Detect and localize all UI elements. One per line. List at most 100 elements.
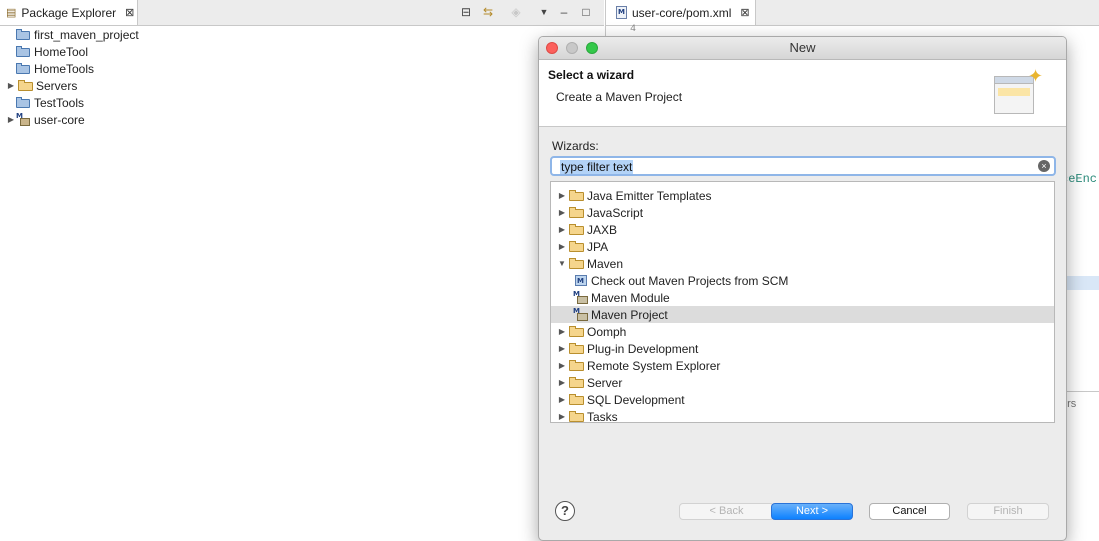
folder-icon bbox=[569, 258, 584, 269]
expand-arrow-icon[interactable]: ▶ bbox=[6, 81, 16, 90]
wizard-label: SQL Development bbox=[587, 392, 685, 407]
expand-arrow-icon[interactable]: ▶ bbox=[557, 378, 567, 387]
banner-title: Select a wizard bbox=[548, 68, 635, 82]
wizard-category[interactable]: ▼ Maven bbox=[551, 255, 1054, 272]
wizard-category[interactable]: ▶ Tasks bbox=[551, 408, 1054, 423]
wizard-category[interactable]: ▶ Remote System Explorer bbox=[551, 357, 1054, 374]
wizard-category[interactable]: ▶ SQL Development bbox=[551, 391, 1054, 408]
view-menu-icon[interactable]: ▼ bbox=[536, 4, 552, 20]
wizard-label: Server bbox=[587, 375, 623, 390]
folder-icon bbox=[569, 326, 584, 337]
link-with-editor-icon[interactable]: ⇆ bbox=[480, 4, 496, 20]
collapse-arrow-icon[interactable]: ▼ bbox=[557, 259, 567, 268]
expand-arrow-icon[interactable]: ▶ bbox=[557, 412, 567, 421]
wizard-category[interactable]: ▶ JPA bbox=[551, 238, 1054, 255]
cancel-button[interactable]: Cancel bbox=[869, 503, 950, 520]
tree-item-label: HomeTool bbox=[34, 44, 89, 59]
focus-icon: ◈ bbox=[511, 5, 521, 19]
dialog-titlebar: New bbox=[539, 37, 1066, 60]
tree-item-label: HomeTools bbox=[34, 61, 95, 76]
folder-icon bbox=[569, 394, 584, 405]
tree-item[interactable]: HomeTools bbox=[6, 60, 94, 77]
wizard-label: Java Emitter Templates bbox=[587, 188, 712, 203]
maven-project-icon: M bbox=[16, 113, 30, 126]
minimize-icon[interactable]: – bbox=[556, 4, 572, 20]
tab-title: Package Explorer bbox=[21, 5, 117, 20]
scm-checkout-icon: M bbox=[573, 274, 588, 287]
next-button[interactable]: Next > bbox=[771, 503, 853, 520]
wizard-label: JAXB bbox=[587, 222, 618, 237]
project-folder-icon bbox=[16, 46, 30, 57]
project-folder-icon bbox=[16, 97, 30, 108]
close-tab-icon[interactable]: ⊠ bbox=[125, 6, 134, 19]
expand-arrow-icon[interactable]: ▶ bbox=[557, 395, 567, 404]
expand-arrow-icon[interactable]: ▶ bbox=[557, 344, 567, 353]
dialog-button-bar: ? < Back Next > Cancel Finish bbox=[539, 493, 1066, 540]
collapse-all-icon[interactable]: ⊟ bbox=[458, 4, 474, 20]
clear-filter-icon[interactable]: × bbox=[1038, 160, 1050, 172]
maximize-icon[interactable]: □ bbox=[578, 4, 594, 20]
editor-tabbar: M user-core/pom.xml ⊠ bbox=[606, 0, 1099, 26]
folder-icon bbox=[569, 343, 584, 354]
dialog-title: New bbox=[789, 40, 816, 55]
expand-arrow-icon[interactable]: ▶ bbox=[557, 208, 567, 217]
expand-arrow-icon[interactable]: ▶ bbox=[557, 225, 567, 234]
wizard-category[interactable]: ▶ JavaScript bbox=[551, 204, 1054, 221]
wizard-banner: Select a wizard Create a Maven Project ✦ bbox=[539, 60, 1066, 127]
wizard-label: Oomph bbox=[587, 324, 627, 339]
wizard-label: Check out Maven Projects from SCM bbox=[591, 273, 789, 288]
wizard-item[interactable]: M Maven Project bbox=[551, 306, 1054, 323]
wizard-label: Maven Project bbox=[591, 307, 668, 322]
folder-icon bbox=[569, 190, 584, 201]
folder-icon bbox=[569, 224, 584, 235]
maven-module-icon: M bbox=[573, 291, 588, 304]
wizard-list: ▶ Java Emitter Templates ▶ JavaScript ▶ JAXB ▶… bbox=[550, 181, 1055, 423]
tree-item-label: Servers bbox=[36, 78, 78, 93]
tree-item[interactable]: ▶ Servers bbox=[6, 77, 77, 94]
wizard-item[interactable]: M Check out Maven Projects from SCM bbox=[551, 272, 1054, 289]
close-tab-icon[interactable]: ⊠ bbox=[740, 6, 749, 19]
wizard-category[interactable]: ▶ Server bbox=[551, 374, 1054, 391]
tab-pom-xml[interactable]: M user-core/pom.xml ⊠ bbox=[606, 0, 756, 25]
tree-item[interactable]: TestTools bbox=[6, 94, 84, 111]
help-button[interactable]: ? bbox=[555, 501, 575, 521]
wizard-category[interactable]: ▶ Plug-in Development bbox=[551, 340, 1054, 357]
tab-package-explorer[interactable]: ▤ Package Explorer ⊠ bbox=[0, 0, 138, 25]
wizard-label: Maven Module bbox=[591, 290, 670, 305]
filter-input[interactable]: type filter text × bbox=[550, 156, 1056, 176]
wizards-label: Wizards: bbox=[552, 139, 599, 153]
package-explorer-view: ▤ Package Explorer ⊠ ⊟ ⇆ ◈ ▼ – □ first_m… bbox=[0, 0, 604, 541]
tree-item[interactable]: first_maven_project bbox=[6, 26, 139, 43]
tree-item[interactable]: ▶ Muser-core bbox=[6, 111, 85, 128]
minimize-window-button bbox=[566, 42, 578, 54]
expand-arrow-icon[interactable]: ▶ bbox=[6, 115, 16, 124]
expand-arrow-icon[interactable]: ▶ bbox=[557, 361, 567, 370]
expand-arrow-icon[interactable]: ▶ bbox=[557, 327, 567, 336]
zoom-window-button[interactable] bbox=[586, 42, 598, 54]
package-explorer-tabbar: ▤ Package Explorer ⊠ ⊟ ⇆ ◈ ▼ – □ bbox=[0, 0, 604, 26]
close-window-button[interactable] bbox=[546, 42, 558, 54]
filter-text: type filter text bbox=[560, 160, 634, 174]
wizard-label: Remote System Explorer bbox=[587, 358, 721, 373]
finish-button[interactable]: Finish bbox=[967, 503, 1049, 520]
wizard-item[interactable]: M Maven Module bbox=[551, 289, 1054, 306]
project-folder-icon bbox=[16, 63, 30, 74]
open-folder-icon bbox=[18, 80, 33, 91]
expand-arrow-icon[interactable]: ▶ bbox=[557, 191, 567, 200]
wizard-label: Tasks bbox=[587, 409, 618, 423]
tree-item-label: first_maven_project bbox=[34, 27, 139, 42]
back-button[interactable]: < Back bbox=[679, 503, 774, 520]
wizard-label: JavaScript bbox=[587, 205, 644, 220]
tree-item[interactable]: HomeTool bbox=[6, 43, 88, 60]
wizard-category[interactable]: ▶ Java Emitter Templates bbox=[551, 187, 1054, 204]
banner-description: Create a Maven Project bbox=[556, 90, 683, 104]
maven-pom-file-icon: M bbox=[616, 6, 627, 19]
wizard-banner-icon: ✦ bbox=[994, 66, 1044, 118]
wizard-category[interactable]: ▶ Oomph bbox=[551, 323, 1054, 340]
folder-icon bbox=[569, 411, 584, 422]
folder-icon bbox=[569, 377, 584, 388]
expand-arrow-icon[interactable]: ▶ bbox=[557, 242, 567, 251]
tab-title: user-core/pom.xml bbox=[632, 5, 732, 20]
folder-icon bbox=[569, 360, 584, 371]
wizard-category[interactable]: ▶ JAXB bbox=[551, 221, 1054, 238]
